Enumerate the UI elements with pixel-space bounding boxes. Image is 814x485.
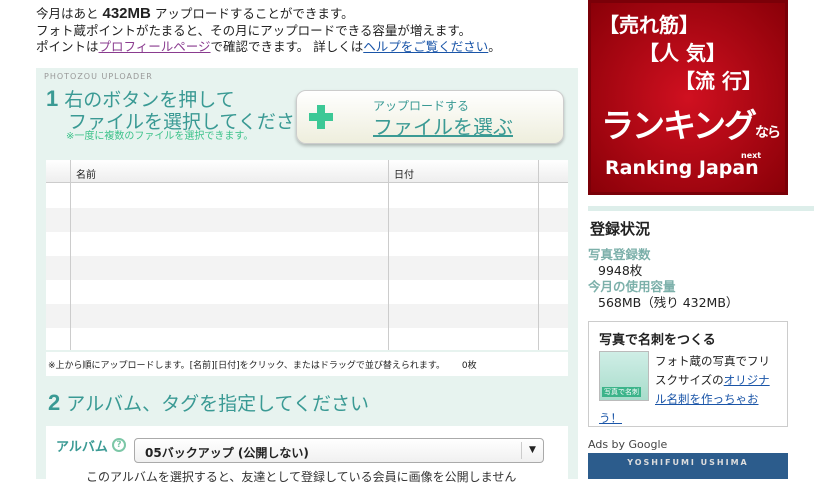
album-description: このアルバムを選択すると、友達として登録している会員に画像を公開しません: [86, 470, 517, 484]
album-select[interactable]: 05バックアップ (公開しない) ▼: [134, 438, 544, 463]
text: ※上から順にアップロードします。[名前][日付]をクリック、またはドラッグで並び…: [48, 361, 445, 371]
uploader-brand: PHOTOZOU UPLOADER: [44, 72, 153, 81]
column-divider: [70, 160, 71, 350]
card-thumbnail[interactable]: 写真で名刺: [599, 351, 649, 401]
ad-text: 【人 気】: [639, 41, 726, 65]
file-table: 名前 日付: [46, 160, 568, 350]
select-files-button[interactable]: アップロードする ファイルを選ぶ: [296, 90, 564, 144]
business-card-promo: 写真で名刺をつくる フォト蔵の写真でフリスクサイズのオリジナル名刺を作っちゃおう…: [588, 321, 788, 427]
step1-note: ※一度に複数のファイルを選択できます。: [66, 131, 254, 142]
column-divider: [388, 160, 389, 350]
divider: [588, 206, 814, 211]
ad-text: Ranking Japan: [605, 157, 759, 179]
ad-text: 【流 行】: [675, 69, 762, 93]
text: アップロードすることができます。: [154, 6, 354, 21]
table-row: [46, 256, 568, 280]
ad-text: ランキングなら: [601, 106, 781, 145]
ad-image-text: YOSHIFUMI USHIMA: [627, 458, 749, 467]
ranking-ad-banner[interactable]: 【売れ筋】 【人 気】 【流 行】 ランキングなら next Ranking J…: [588, 0, 788, 195]
table-row: [46, 208, 568, 232]
text: フォト蔵ポイントがたまると、その月にアップロードできる容量が増えます。: [36, 22, 472, 38]
ad-text: 【売れ筋】: [599, 13, 699, 37]
ads-label: Ads by Google: [588, 438, 668, 451]
step-number: 1: [46, 86, 59, 111]
usage-value: 568MB（残り 432MB）: [598, 295, 739, 310]
step-text: アルバム、タグを指定してください: [66, 393, 369, 415]
plus-icon: [309, 105, 333, 129]
ad-image[interactable]: YOSHIFUMI USHIMA: [588, 453, 788, 479]
card-title: 写真で名刺をつくる: [599, 333, 716, 348]
chevron-down-icon: ▼: [521, 442, 543, 459]
button-label: ファイルを選ぶ: [373, 115, 513, 139]
column-header-date[interactable]: 日付: [394, 166, 414, 181]
step-number: 2: [48, 390, 61, 415]
help-icon[interactable]: ?: [112, 438, 126, 452]
column-divider: [538, 160, 539, 350]
file-count: 0枚: [461, 361, 477, 371]
quota-value: 432MB: [102, 5, 151, 22]
step-text: 右のボタンを押して: [64, 89, 235, 111]
selected-value: 05バックアップ (公開しない): [145, 446, 309, 460]
table-header: 名前 日付: [46, 160, 568, 183]
thumb-label: 写真で名刺: [602, 387, 641, 397]
text: 。: [488, 39, 501, 54]
text: ポイントは: [36, 39, 99, 54]
table-note: ※上から順にアップロードします。[名前][日付]をクリック、またはドラッグで並び…: [46, 352, 568, 376]
table-row: [46, 304, 568, 328]
help-link[interactable]: ヘルプをご覧ください: [363, 39, 488, 54]
column-header-name[interactable]: 名前: [76, 166, 96, 181]
upload-quota-info: 今月はあと 432MB アップロードすることができます。 フォト蔵ポイントがたま…: [36, 5, 501, 56]
profile-page-link[interactable]: プロフィールページ: [99, 39, 211, 54]
album-label: アルバム: [56, 440, 108, 455]
text: 今月はあと: [36, 6, 99, 21]
step2-heading: 2 アルバム、タグを指定してください: [48, 390, 369, 416]
status-title: 登録状況: [590, 220, 651, 238]
text: で確認できます。 詳しくは: [210, 39, 364, 54]
